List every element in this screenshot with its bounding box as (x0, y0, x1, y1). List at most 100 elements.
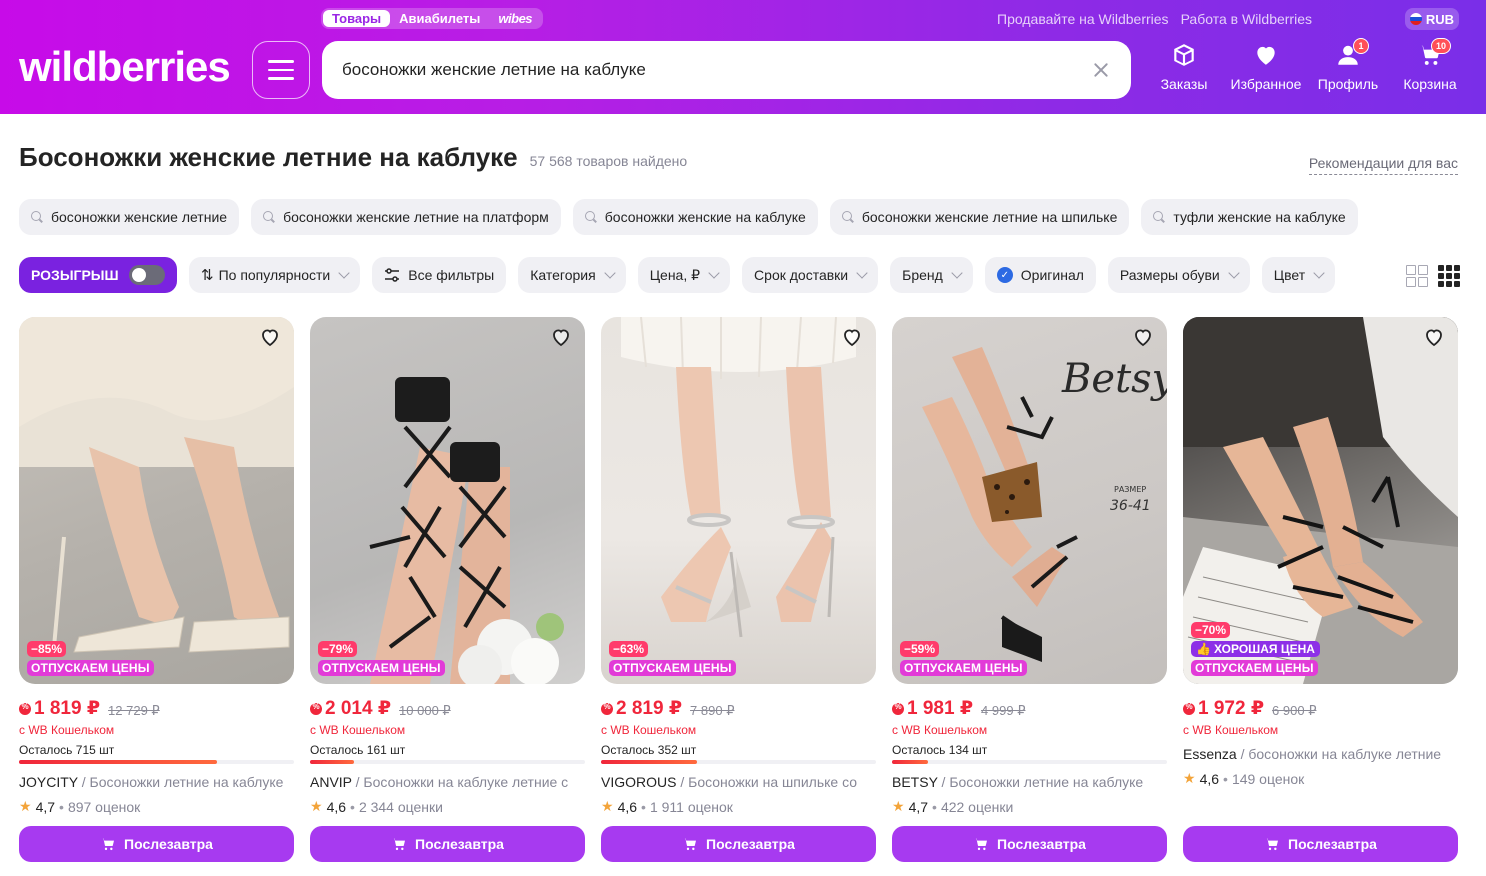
price-row: 1 981 ₽ 4 999 ₽ (892, 697, 1167, 720)
button-label: Послезавтра (124, 836, 213, 852)
stock-bar-fill (601, 760, 698, 764)
wallet-note: с WB Кошельком (1183, 723, 1279, 737)
product-photo[interactable]: −79% ОТПУСКАЕМ ЦЕНЫ (310, 317, 585, 684)
product-name[interactable]: BETSY / Босоножки летние на каблуке (892, 774, 1167, 790)
product-card[interactable]: Betsy РАЗМЕР 36-41 −59% ОТПУСКАЕМ ЦЕНЫ 1… (892, 317, 1167, 862)
tab-wibes[interactable]: wibes (489, 10, 541, 27)
filter-brand[interactable]: Бренд (890, 257, 973, 293)
button-label: Послезавтра (706, 836, 795, 852)
product-photo[interactable]: −63% ОТПУСКАЕМ ЦЕНЫ (601, 317, 876, 684)
tab-goods[interactable]: Товары (323, 10, 391, 27)
price: 2 014 ₽ (310, 697, 391, 720)
product-card[interactable]: −70% 👍ХОРОШАЯ ЦЕНА ОТПУСКАЕМ ЦЕНЫ 1 972 … (1183, 317, 1458, 862)
sort-button[interactable]: ⇅ По популярности (189, 257, 361, 293)
price-value: 2 014 ₽ (325, 698, 392, 719)
product-card[interactable]: −63% ОТПУСКАЕМ ЦЕНЫ 2 819 ₽ 7 890 ₽ с WB… (601, 317, 876, 862)
product-photo[interactable]: Betsy РАЗМЕР 36-41 −59% ОТПУСКАЕМ ЦЕНЫ (892, 317, 1167, 684)
add-to-cart-button[interactable]: Послезавтра (1183, 826, 1458, 862)
sell-link[interactable]: Продавайте на Wildberries (997, 11, 1169, 27)
favorite-button[interactable] (1422, 325, 1450, 353)
stock-bar (601, 760, 876, 764)
toggle-switch[interactable] (129, 265, 165, 285)
filter-shoe-size[interactable]: Размеры обуви (1107, 257, 1250, 293)
svg-text:РАЗМЕР: РАЗМЕР (1114, 485, 1146, 494)
product-card[interactable]: −85% ОТПУСКАЕМ ЦЕНЫ 1 819 ₽ 12 729 ₽ с W… (19, 317, 294, 862)
wallet-icon (310, 702, 322, 715)
product-card[interactable]: −79% ОТПУСКАЕМ ЦЕНЫ 2 014 ₽ 10 000 ₽ с W… (310, 317, 585, 862)
product-grid: −85% ОТПУСКАЕМ ЦЕНЫ 1 819 ₽ 12 729 ₽ с W… (19, 317, 1458, 862)
search-bar (322, 41, 1131, 99)
wallet-icon (19, 702, 31, 715)
star-icon: ★ (1183, 770, 1196, 786)
nav-cart[interactable]: 10 Корзина (1389, 38, 1471, 92)
job-link[interactable]: Работа в Wildberries (1181, 11, 1312, 27)
favorite-button[interactable] (840, 325, 868, 353)
nav-orders[interactable]: Заказы (1143, 42, 1225, 92)
product-tags: −70% 👍 ХОРОШАЯ ЦЕНА ОТПУСКАЕМ ЦЕНЫ (1191, 622, 1320, 676)
product-name[interactable]: JOYCITY / Босоножки летние на каблуке (19, 774, 294, 790)
rating-value: 4,6 (1199, 770, 1220, 787)
filter-delivery[interactable]: Срок доставки (742, 257, 879, 293)
product-name[interactable]: Essenza / босоножки на каблуке летние (1183, 746, 1458, 762)
filter-label: Бренд (902, 267, 943, 283)
sliders-icon (385, 268, 400, 282)
search-input[interactable] (342, 60, 1091, 80)
promo-badge: ОТПУСКАЕМ ЦЕНЫ (609, 660, 736, 676)
wallet-note: с WB Кошельком (310, 723, 406, 737)
clear-icon[interactable] (1091, 60, 1111, 80)
dot-separator: • (350, 798, 355, 815)
add-to-cart-button[interactable]: Послезавтра (19, 826, 294, 862)
filter-original[interactable]: ✓ Оригинал (984, 257, 1096, 293)
old-price: 7 890 ₽ (690, 702, 735, 718)
favorite-button[interactable] (258, 325, 286, 353)
flag-icon (1409, 13, 1422, 25)
rating-value: 4,6 (617, 798, 638, 815)
heart-icon (844, 329, 860, 347)
menu-button[interactable] (252, 41, 310, 99)
filter-price[interactable]: Цена, ₽ (637, 257, 731, 293)
filter-color[interactable]: Цвет (1261, 257, 1336, 293)
suggestion-chip[interactable]: босоножки женские летние на платформ (251, 199, 561, 235)
cart-icon (683, 838, 697, 851)
tab-flights[interactable]: Авиабилеты (390, 10, 489, 27)
price-value: 2 819 ₽ (616, 698, 683, 719)
nav-profile[interactable]: 1 Профиль (1307, 38, 1389, 92)
nav-orders-label: Заказы (1160, 76, 1208, 92)
thumbs-up-icon: 👍 (1196, 642, 1211, 656)
svg-text:36-41: 36-41 (1110, 498, 1151, 514)
grid-large-icon[interactable] (1406, 265, 1428, 287)
suggestion-chip[interactable]: туфли женские на каблуке (1141, 199, 1358, 235)
suggestion-chip[interactable]: босоножки женские летние (19, 199, 240, 235)
nav-favorites[interactable]: Избранное (1225, 42, 1307, 92)
rating: ★ 4,6 • 149 оценок (1183, 770, 1458, 787)
suggestion-chip[interactable]: босоножки женские на каблуке (572, 199, 818, 235)
cart-badge: 10 (1430, 38, 1451, 54)
top-tabs: Товары Авиабилеты wibes (321, 8, 544, 29)
svg-text:Betsy: Betsy (1061, 356, 1167, 402)
product-photo[interactable]: −85% ОТПУСКАЕМ ЦЕНЫ (19, 317, 294, 684)
favorite-button[interactable] (549, 325, 577, 353)
product-tags: −85% ОТПУСКАЕМ ЦЕНЫ (27, 641, 154, 676)
recommendations-sort-link[interactable]: Рекомендации для вас (1308, 155, 1458, 175)
filter-bar: РОЗЫГРЫШ ⇅ По популярности Все фильтры К… (19, 257, 1336, 293)
check-icon: ✓ (996, 267, 1013, 283)
favorite-button[interactable] (1131, 325, 1159, 353)
grid-small-icon[interactable] (1438, 265, 1460, 287)
add-to-cart-button[interactable]: Послезавтра (310, 826, 585, 862)
button-label: Послезавтра (415, 836, 504, 852)
price-value: 1 981 ₽ (907, 698, 974, 719)
logo[interactable]: wildberries (19, 40, 231, 94)
raffle-toggle[interactable]: РОЗЫГРЫШ (19, 257, 177, 293)
all-filters-button[interactable]: Все фильтры (372, 257, 507, 293)
product-name[interactable]: ANVIP / Босоножки на каблуке летние с (310, 774, 585, 790)
product-photo[interactable]: −70% 👍 ХОРОШАЯ ЦЕНА ОТПУСКАЕМ ЦЕНЫ (1183, 317, 1458, 684)
currency-selector[interactable]: RUB (1405, 8, 1459, 30)
chevron-down-icon (951, 267, 963, 279)
add-to-cart-button[interactable]: Послезавтра (892, 826, 1167, 862)
add-to-cart-button[interactable]: Послезавтра (601, 826, 876, 862)
suggestion-chip[interactable]: босоножки женские летние на шпильке (829, 199, 1130, 235)
filter-category[interactable]: Категория (518, 257, 626, 293)
chevron-down-icon (1228, 267, 1240, 279)
brand: ANVIP (310, 774, 352, 790)
product-name[interactable]: VIGOROUS / Босоножки на шпильке со (601, 774, 876, 790)
